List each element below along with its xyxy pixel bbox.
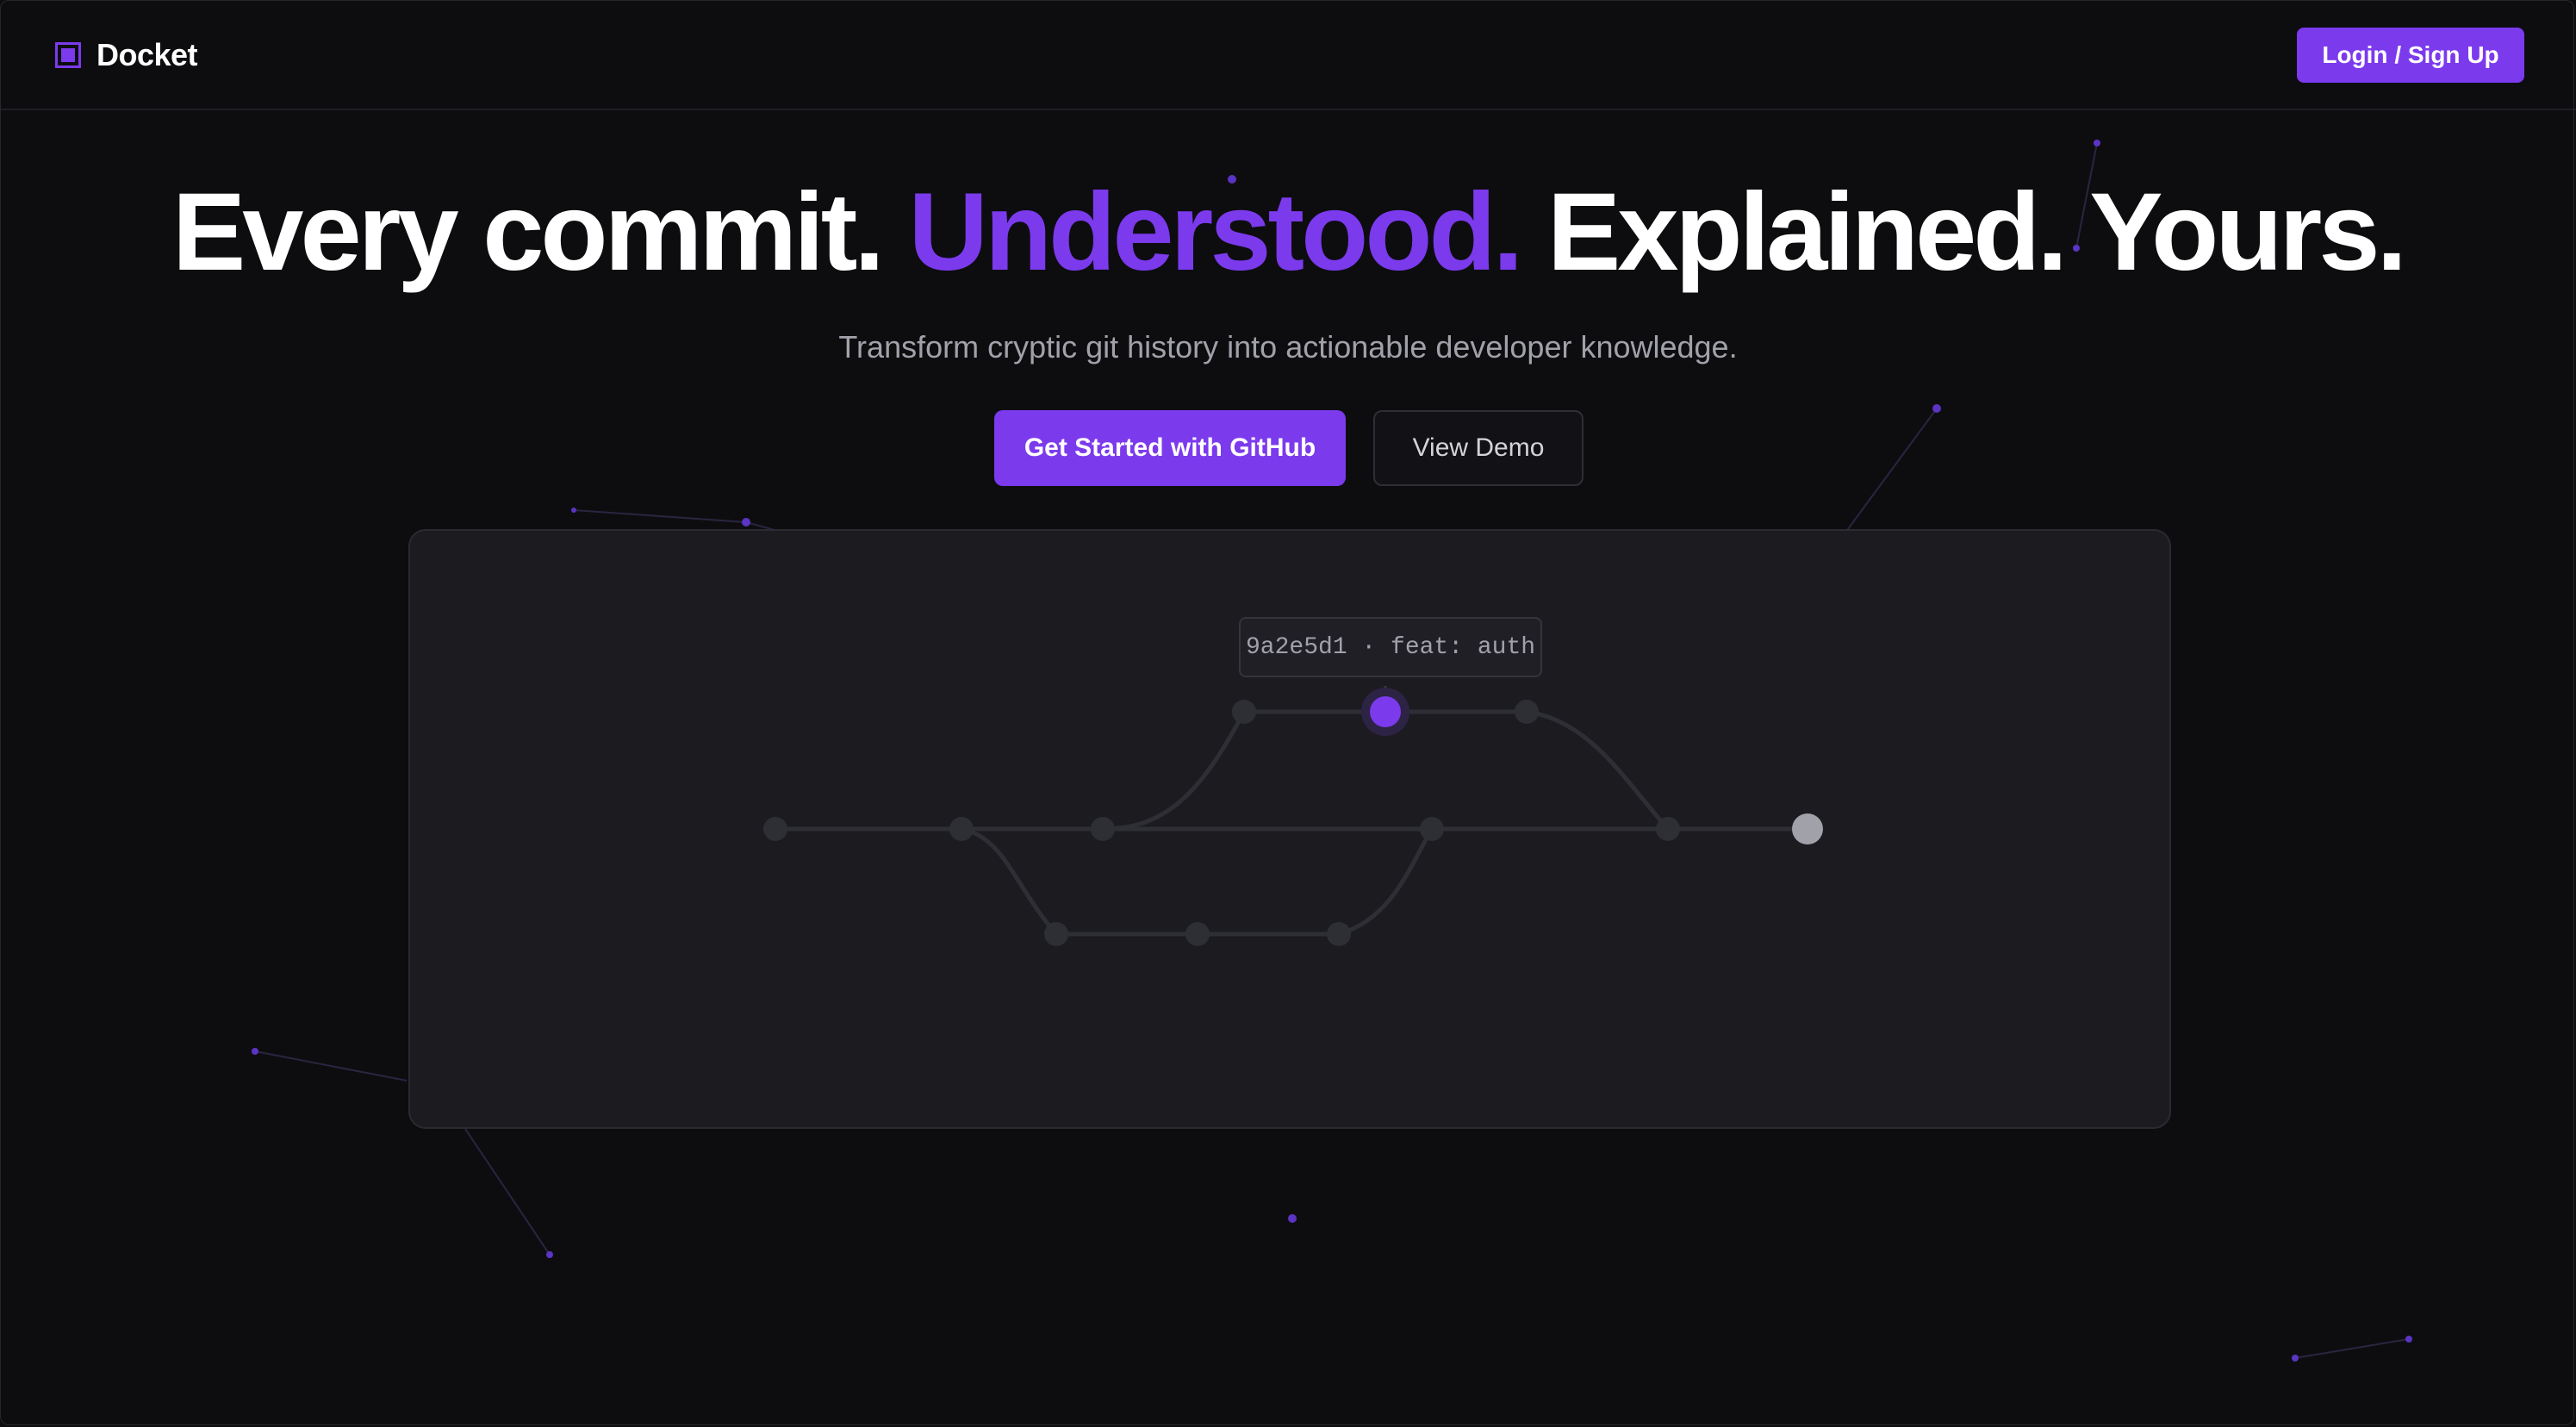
headline-part-2: Explained. Yours. bbox=[1546, 171, 2407, 294]
commit-node[interactable] bbox=[1044, 922, 1068, 946]
commit-node[interactable] bbox=[949, 817, 974, 841]
fix-branch-merge bbox=[1338, 827, 1434, 937]
hero-subtitle: Transform cryptic git history into actio… bbox=[838, 329, 1738, 365]
commit-node[interactable] bbox=[1327, 922, 1351, 946]
square-logo-icon bbox=[55, 42, 81, 68]
top-navbar: Docket Login / Sign Up bbox=[0, 0, 2576, 110]
login-signup-button[interactable]: Login / Sign Up bbox=[2297, 28, 2524, 83]
commit-node[interactable] bbox=[1420, 817, 1444, 841]
commit-node[interactable] bbox=[1515, 700, 1539, 724]
headline-accent: Understood. bbox=[908, 171, 1524, 294]
fix-branch-out bbox=[961, 826, 1058, 936]
commit-node[interactable] bbox=[1091, 817, 1115, 841]
commit-node[interactable] bbox=[763, 817, 787, 841]
feature-branch-out bbox=[1102, 710, 1247, 832]
view-demo-button[interactable]: View Demo bbox=[1373, 410, 1584, 486]
commit-graph-panel: 9a2e5d1 · feat: auth bbox=[408, 529, 2171, 1129]
get-started-github-button[interactable]: Get Started with GitHub bbox=[994, 410, 1346, 486]
cta-row: Get Started with GitHub View Demo bbox=[994, 410, 1584, 486]
head-commit-node[interactable] bbox=[1792, 813, 1823, 844]
brand-name: Docket bbox=[96, 37, 198, 72]
feature-branch-merge bbox=[1526, 709, 1670, 831]
commit-node[interactable] bbox=[1185, 922, 1210, 946]
commit-node[interactable] bbox=[1656, 817, 1680, 841]
selected-commit-node[interactable] bbox=[1370, 696, 1401, 727]
hero-headline: Every commit. Understood. Explained. You… bbox=[0, 171, 2576, 295]
graph-nodes bbox=[763, 700, 1680, 946]
headline-part-1: Every commit. bbox=[171, 171, 885, 294]
commit-node[interactable] bbox=[1232, 700, 1256, 724]
graph-edges bbox=[775, 686, 1808, 937]
commit-tooltip: 9a2e5d1 · feat: auth bbox=[1239, 617, 1543, 677]
brand-logo[interactable]: Docket bbox=[55, 34, 198, 76]
